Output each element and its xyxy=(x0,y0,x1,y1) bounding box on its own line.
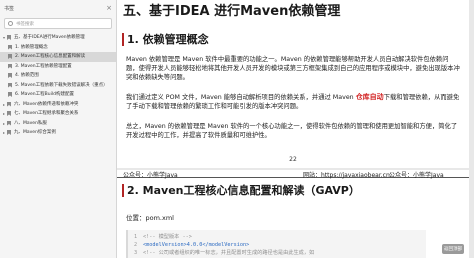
bookmark-label: 5. Maven工程依赖下载失败错误解决（重点） xyxy=(15,82,108,88)
position-label: 位置：pom.xml xyxy=(126,214,174,222)
bookmark-list: ▾ 五、基于IDEA进行Maven依赖管理 1. 依赖管理概念 2. Maven… xyxy=(0,33,116,138)
bookmark-item-ch8[interactable]: ▸ 八、Maven私服 xyxy=(0,119,116,129)
pdf-page: 五、基于IDEA 进行Maven依赖管理 1. 依赖管理概念 Maven 依赖管… xyxy=(117,0,469,168)
bookmark-item-ch9[interactable]: ▸ 九、Maven综合案例 xyxy=(0,128,116,138)
bookmark-label: 五、基于IDEA进行Maven依赖管理 xyxy=(14,35,85,40)
highlight-text: 仓库自动 xyxy=(355,93,384,101)
line-number: 2 xyxy=(134,242,138,248)
bookmark-icon xyxy=(8,63,12,69)
section-title: 2. Maven工程核心信息配置和解读（GAVP） xyxy=(127,184,360,197)
bookmark-item-5-2[interactable]: 2. Maven工程核心信息配置和解读 xyxy=(0,52,116,62)
header-right: 公众号：小熊学Java xyxy=(389,172,444,179)
chapter-heading: 五、基于IDEA 进行Maven依赖管理 xyxy=(123,4,341,19)
paragraph-text: 我们通过定义 POM 文件，Maven 能够自动解析项目的依赖关系，并通过 Ma… xyxy=(126,94,356,101)
bookmark-label: 3. Maven工程依赖管理配置 xyxy=(15,63,72,69)
bookmark-item-5-4[interactable]: 4. 依赖范围 xyxy=(0,71,116,81)
search-icon xyxy=(8,21,13,26)
bookmark-label: 2. Maven工程核心信息配置和解读 xyxy=(15,54,86,59)
bookmark-icon xyxy=(8,82,12,88)
bookmark-icon xyxy=(7,130,11,135)
code-line: 2 <modelVersion>4.0.0</modelVersion> xyxy=(134,241,426,249)
paragraph: 总之，Maven 的依赖管理是 Maven 软件的一个核心功能之一，使得软件包依… xyxy=(126,123,458,139)
bookmark-search-input[interactable]: 书签搜索 xyxy=(4,18,112,29)
bookmark-label: 1. 依赖管理概念 xyxy=(15,44,48,50)
sidebar-header: 书签 × xyxy=(0,0,116,16)
document-viewer[interactable]: 五、基于IDEA 进行Maven依赖管理 1. 依赖管理概念 Maven 依赖管… xyxy=(117,0,474,258)
code-block[interactable]: 1 <!-- 模型版本 --> 2 <modelVersion>4.0.0</mod… xyxy=(126,230,426,258)
bookmark-label: 4. 依赖范围 xyxy=(15,73,39,78)
search-placeholder: 书签搜索 xyxy=(16,21,34,27)
close-icon[interactable]: × xyxy=(106,4,112,12)
bookmark-item-5-1[interactable]: 1. 依赖管理概念 xyxy=(0,43,116,53)
page-header: 公众号：小熊学Java 网站：https://javaxiaobear.cn 公… xyxy=(117,170,469,179)
bookmark-icon xyxy=(8,92,12,97)
section-title: 1. 依赖管理概念 xyxy=(127,33,209,46)
bookmark-item-ch6[interactable]: ▸ 六、Maven依赖传递和依赖冲突 xyxy=(0,100,116,110)
bookmark-item-ch5[interactable]: ▾ 五、基于IDEA进行Maven依赖管理 xyxy=(0,33,116,43)
bookmark-icon xyxy=(8,44,12,50)
bookmark-label: 6. Maven工程Build构建配置 xyxy=(15,92,74,97)
paragraph: 我们通过定义 POM 文件，Maven 能够自动解析项目的依赖关系，并通过 Ma… xyxy=(126,93,461,111)
bookmark-icon xyxy=(8,54,12,59)
bookmark-label: 九、Maven综合案例 xyxy=(14,130,56,135)
heading-accent-bar xyxy=(122,32,124,46)
bookmark-label: 六、Maven依赖传递和依赖冲突 xyxy=(14,101,79,107)
code-line: 1 <!-- 模型版本 --> xyxy=(134,233,426,241)
line-number: 1 xyxy=(134,234,138,240)
pdf-page: 公众号：小熊学Java 网站：https://javaxiaobear.cn 公… xyxy=(117,170,469,258)
chevron-down-icon[interactable]: ▾ xyxy=(3,35,7,41)
chevron-right-icon[interactable]: ▸ xyxy=(3,121,7,127)
back-to-top-button[interactable]: 返回顶部 xyxy=(442,244,464,254)
bookmark-sidebar: 书签 × 书签搜索 ▾ 五、基于IDEA进行Maven依赖管理 1. 依赖管理概… xyxy=(0,0,117,258)
bookmark-label: 八、Maven私服 xyxy=(14,120,47,126)
code-text: <!-- 模型版本 --> xyxy=(143,234,192,240)
bookmark-item-5-3[interactable]: 3. Maven工程依赖管理配置 xyxy=(0,62,116,72)
chevron-right-icon[interactable]: ▸ xyxy=(3,130,7,136)
code-text: <!-- 公司或者组织的唯一标志，并且配置时生成的路径也是由此生成，如 xyxy=(143,250,315,256)
header-left: 公众号：小熊学Java xyxy=(123,172,178,179)
code-text: <modelVersion>4.0.0</modelVersion> xyxy=(143,242,250,248)
chevron-right-icon[interactable]: ▸ xyxy=(3,102,7,108)
bookmark-icon xyxy=(7,111,11,116)
header-mid: 网站：https://javaxiaobear.cn xyxy=(303,172,390,179)
bookmark-label: 七、Maven工程继承和聚合关系 xyxy=(14,111,79,116)
bookmark-item-ch7[interactable]: ▸ 七、Maven工程继承和聚合关系 xyxy=(0,109,116,119)
section-heading: 2. Maven工程核心信息配置和解读（GAVP） xyxy=(122,182,360,198)
bookmark-icon xyxy=(7,35,11,40)
section-heading: 1. 依赖管理概念 xyxy=(122,31,209,47)
bookmark-item-5-5[interactable]: 5. Maven工程依赖下载失败错误解决（重点） xyxy=(0,81,116,91)
page-number: 22 xyxy=(289,156,297,163)
bookmark-icon xyxy=(8,73,12,78)
bookmark-icon xyxy=(7,101,11,107)
line-number: 3 xyxy=(134,250,138,256)
heading-accent-bar xyxy=(122,183,124,197)
chevron-right-icon[interactable]: ▸ xyxy=(3,111,7,117)
code-line: 3 <!-- 公司或者组织的唯一标志，并且配置时生成的路径也是由此生成，如 xyxy=(134,249,426,257)
bookmark-icon xyxy=(7,120,11,126)
paragraph: Maven 依赖管理是 Maven 软件中最重要的功能之一。Maven 的依赖管… xyxy=(126,56,460,81)
sidebar-title: 书签 xyxy=(4,5,15,12)
bookmark-item-5-6[interactable]: 6. Maven工程Build构建配置 xyxy=(0,90,116,100)
